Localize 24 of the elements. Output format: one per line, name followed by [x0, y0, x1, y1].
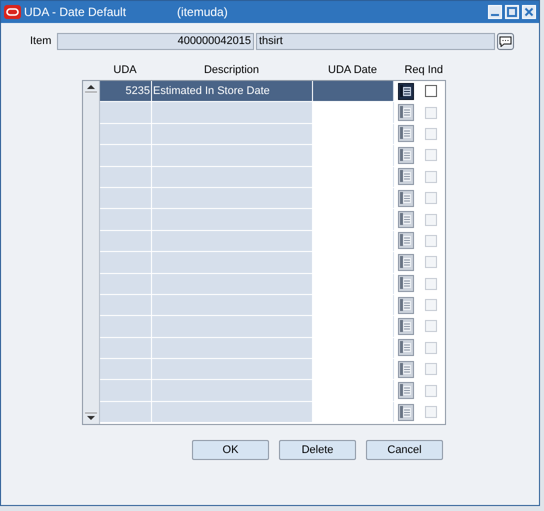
item-number-field[interactable]: 400000042015 [57, 33, 254, 50]
minimize-icon[interactable] [488, 5, 502, 19]
req-ind-checkbox[interactable] [425, 85, 437, 98]
comment-button[interactable] [497, 33, 514, 50]
scrollbar[interactable] [83, 81, 100, 424]
logo-icon [4, 5, 21, 19]
maximize-icon[interactable] [505, 5, 519, 19]
dialog-button[interactable]: Delete [279, 440, 356, 460]
column-header: Req Ind [403, 62, 443, 78]
column-header: UDA Date [327, 62, 378, 78]
item-label: Item [30, 34, 49, 50]
calendar-icon[interactable] [398, 82, 414, 100]
speech-bubble-icon [499, 36, 512, 47]
dialog-button[interactable]: Cancel [366, 440, 443, 460]
window-title: UDA - Date Default [24, 4, 126, 21]
dialog-button[interactable]: OK [192, 440, 269, 460]
item-description-field[interactable]: thsirt [256, 33, 495, 50]
close-icon[interactable] [522, 5, 536, 19]
form-name: (itemuda) [177, 4, 228, 21]
column-header: Description [202, 62, 260, 78]
table-cell: Estimated In Store Date [152, 81, 313, 102]
table-cell: 5235 [100, 81, 152, 102]
column-header: UDA [112, 62, 138, 78]
table-row[interactable]: 5235 Estimated In Store Date [100, 81, 444, 102]
